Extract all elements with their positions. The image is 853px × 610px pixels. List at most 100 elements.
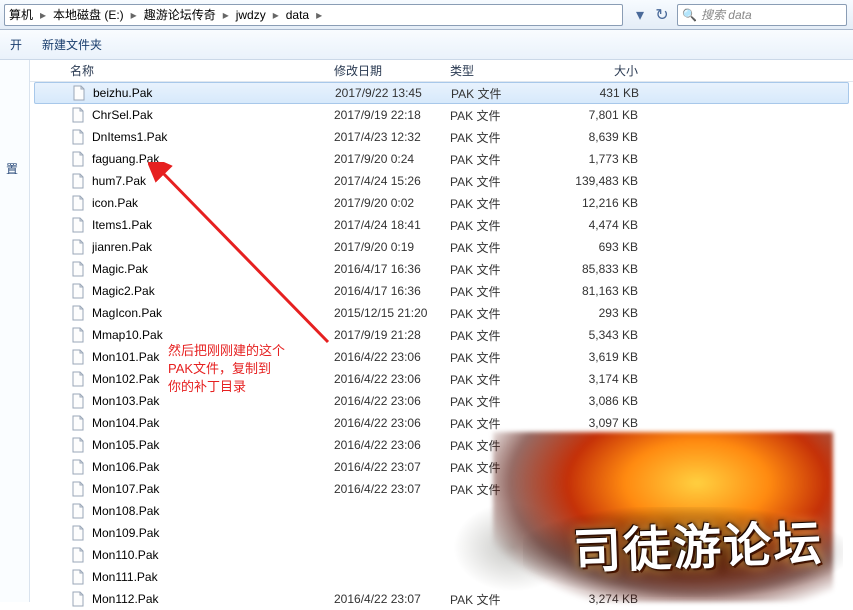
breadcrumb-separator[interactable]: ▸ bbox=[270, 8, 282, 22]
file-date: 2016/4/22 23:06 bbox=[334, 394, 450, 408]
file-row[interactable]: Mon112.Pak2016/4/22 23:07PAK 文件3,274 KB bbox=[30, 588, 853, 610]
file-name: Mon102.Pak bbox=[92, 372, 334, 386]
breadcrumb-separator[interactable]: ▸ bbox=[37, 8, 49, 22]
file-name: Items1.Pak bbox=[92, 218, 334, 232]
file-name: Mon109.Pak bbox=[92, 526, 334, 540]
nav-buttons: ▾ ↻ bbox=[627, 6, 675, 24]
file-row[interactable]: jianren.Pak2017/9/20 0:19PAK 文件693 KB bbox=[30, 236, 853, 258]
breadcrumb-separator[interactable]: ▸ bbox=[220, 8, 232, 22]
file-date: 2017/9/19 21:28 bbox=[334, 328, 450, 342]
file-name: Mon101.Pak bbox=[92, 350, 334, 364]
file-row[interactable]: DnItems1.Pak2017/4/23 12:32PAK 文件8,639 K… bbox=[30, 126, 853, 148]
breadcrumb-segment[interactable]: 趣游论坛传奇 bbox=[140, 6, 220, 23]
file-name: Magic.Pak bbox=[92, 262, 334, 276]
file-size: 4,283 KB bbox=[558, 438, 638, 452]
breadcrumb-segment[interactable]: 算机 bbox=[5, 6, 37, 23]
file-row[interactable]: Magic.Pak2016/4/17 16:36PAK 文件85,833 KB bbox=[30, 258, 853, 280]
file-date: 2016/4/22 23:06 bbox=[334, 350, 450, 364]
file-row[interactable]: ChrSel.Pak2017/9/19 22:18PAK 文件7,801 KB bbox=[30, 104, 853, 126]
file-name: Mmap10.Pak bbox=[92, 328, 334, 342]
file-icon bbox=[70, 481, 86, 497]
file-row[interactable]: Mon102.Pak2016/4/22 23:06PAK 文件3,174 KB bbox=[30, 368, 853, 390]
file-row[interactable]: Mon108.Pak bbox=[30, 500, 853, 522]
search-placeholder: 搜索 data bbox=[701, 6, 752, 23]
file-name: MagIcon.Pak bbox=[92, 306, 334, 320]
search-input[interactable]: 🔍 搜索 data bbox=[677, 4, 847, 26]
breadcrumb-separator[interactable]: ▸ bbox=[128, 8, 140, 22]
file-size: 3,619 KB bbox=[558, 350, 638, 364]
file-row[interactable]: Mon106.Pak2016/4/22 23:07PAK 文件627 KB bbox=[30, 456, 853, 478]
file-icon bbox=[70, 129, 86, 145]
toolbar: 开 新建文件夹 bbox=[0, 30, 853, 60]
header-name[interactable]: 名称 bbox=[70, 62, 334, 79]
header-type[interactable]: 类型 bbox=[450, 62, 558, 79]
file-date: 2016/4/17 16:36 bbox=[334, 262, 450, 276]
file-size: 3,174 KB bbox=[558, 372, 638, 386]
file-date: 2016/4/22 23:06 bbox=[334, 416, 450, 430]
file-name: Mon108.Pak bbox=[92, 504, 334, 518]
file-date: 2017/9/20 0:02 bbox=[334, 196, 450, 210]
file-date: 2017/9/20 0:24 bbox=[334, 152, 450, 166]
file-date: 2017/9/20 0:19 bbox=[334, 240, 450, 254]
file-date: 2017/9/19 22:18 bbox=[334, 108, 450, 122]
column-headers: 名称 修改日期 类型 大小 bbox=[30, 60, 853, 82]
file-date: 2016/4/22 23:07 bbox=[334, 482, 450, 496]
file-icon bbox=[70, 547, 86, 563]
file-row[interactable]: Mmap10.Pak2017/9/19 21:28PAK 文件5,343 KB bbox=[30, 324, 853, 346]
file-type: PAK 文件 bbox=[450, 393, 558, 410]
file-name: Mon105.Pak bbox=[92, 438, 334, 452]
file-row[interactable]: Mon103.Pak2016/4/22 23:06PAK 文件3,086 KB bbox=[30, 390, 853, 412]
file-type: PAK 文件 bbox=[450, 107, 558, 124]
search-icon: 🔍 bbox=[682, 8, 697, 22]
file-rows: beizhu.Pak2017/9/22 13:45PAK 文件431 KBChr… bbox=[30, 82, 853, 610]
file-row[interactable]: Mon109.Pak bbox=[30, 522, 853, 544]
file-icon bbox=[70, 107, 86, 123]
file-type: PAK 文件 bbox=[450, 415, 558, 432]
file-type: PAK 文件 bbox=[450, 459, 558, 476]
file-size: 81,163 KB bbox=[558, 284, 638, 298]
file-icon bbox=[70, 591, 86, 607]
file-icon bbox=[70, 415, 86, 431]
file-row[interactable]: Magic2.Pak2016/4/17 16:36PAK 文件81,163 KB bbox=[30, 280, 853, 302]
breadcrumb-segment[interactable]: 本地磁盘 (E:) bbox=[49, 6, 128, 23]
file-row[interactable]: beizhu.Pak2017/9/22 13:45PAK 文件431 KB bbox=[34, 82, 849, 104]
file-row[interactable]: faguang.Pak2017/9/20 0:24PAK 文件1,773 KB bbox=[30, 148, 853, 170]
file-date: 2016/4/22 23:06 bbox=[334, 438, 450, 452]
file-date: 2016/4/22 23:07 bbox=[334, 460, 450, 474]
breadcrumb-segment[interactable]: jwdzy bbox=[232, 8, 270, 22]
file-name: jianren.Pak bbox=[92, 240, 334, 254]
open-button[interactable]: 开 bbox=[0, 30, 32, 59]
file-icon bbox=[70, 283, 86, 299]
file-row[interactable]: hum7.Pak2017/4/24 15:26PAK 文件139,483 KB bbox=[30, 170, 853, 192]
file-row[interactable]: icon.Pak2017/9/20 0:02PAK 文件12,216 KB bbox=[30, 192, 853, 214]
breadcrumb-separator[interactable]: ▸ bbox=[313, 8, 325, 22]
header-date[interactable]: 修改日期 bbox=[334, 62, 450, 79]
file-name: hum7.Pak bbox=[92, 174, 334, 188]
file-row[interactable]: Mon101.Pak2016/4/22 23:06PAK 文件3,619 KB bbox=[30, 346, 853, 368]
file-icon bbox=[70, 173, 86, 189]
file-name: Mon110.Pak bbox=[92, 548, 334, 562]
file-row[interactable]: Items1.Pak2017/4/24 18:41PAK 文件4,474 KB bbox=[30, 214, 853, 236]
file-row[interactable]: Mon111.Pak bbox=[30, 566, 853, 588]
new-folder-button[interactable]: 新建文件夹 bbox=[32, 30, 112, 59]
file-icon bbox=[70, 305, 86, 321]
file-row[interactable]: Mon110.Pak bbox=[30, 544, 853, 566]
file-type: PAK 文件 bbox=[450, 217, 558, 234]
file-row[interactable]: Mon104.Pak2016/4/22 23:06PAK 文件3,097 KB bbox=[30, 412, 853, 434]
file-row[interactable]: Mon107.Pak2016/4/22 23:07PAK 文件 bbox=[30, 478, 853, 500]
content-area: 置 名称 修改日期 类型 大小 beizhu.Pak2017/9/22 13:4… bbox=[0, 60, 853, 602]
file-size: 293 KB bbox=[558, 306, 638, 320]
file-type: PAK 文件 bbox=[450, 173, 558, 190]
file-size: 12,216 KB bbox=[558, 196, 638, 210]
file-type: PAK 文件 bbox=[451, 85, 559, 102]
file-size: 139,483 KB bbox=[558, 174, 638, 188]
nav-dropdown-icon[interactable]: ▾ bbox=[631, 6, 649, 24]
file-icon bbox=[70, 151, 86, 167]
breadcrumb-segment[interactable]: data bbox=[282, 8, 313, 22]
header-size[interactable]: 大小 bbox=[558, 62, 638, 79]
file-date: 2017/9/22 13:45 bbox=[335, 86, 451, 100]
file-row[interactable]: Mon105.Pak2016/4/22 23:06PAK 文件4,283 KB bbox=[30, 434, 853, 456]
refresh-icon[interactable]: ↻ bbox=[653, 6, 671, 24]
breadcrumb[interactable]: 算机▸本地磁盘 (E:)▸趣游论坛传奇▸jwdzy▸data▸ bbox=[4, 4, 623, 26]
file-row[interactable]: MagIcon.Pak2015/12/15 21:20PAK 文件293 KB bbox=[30, 302, 853, 324]
